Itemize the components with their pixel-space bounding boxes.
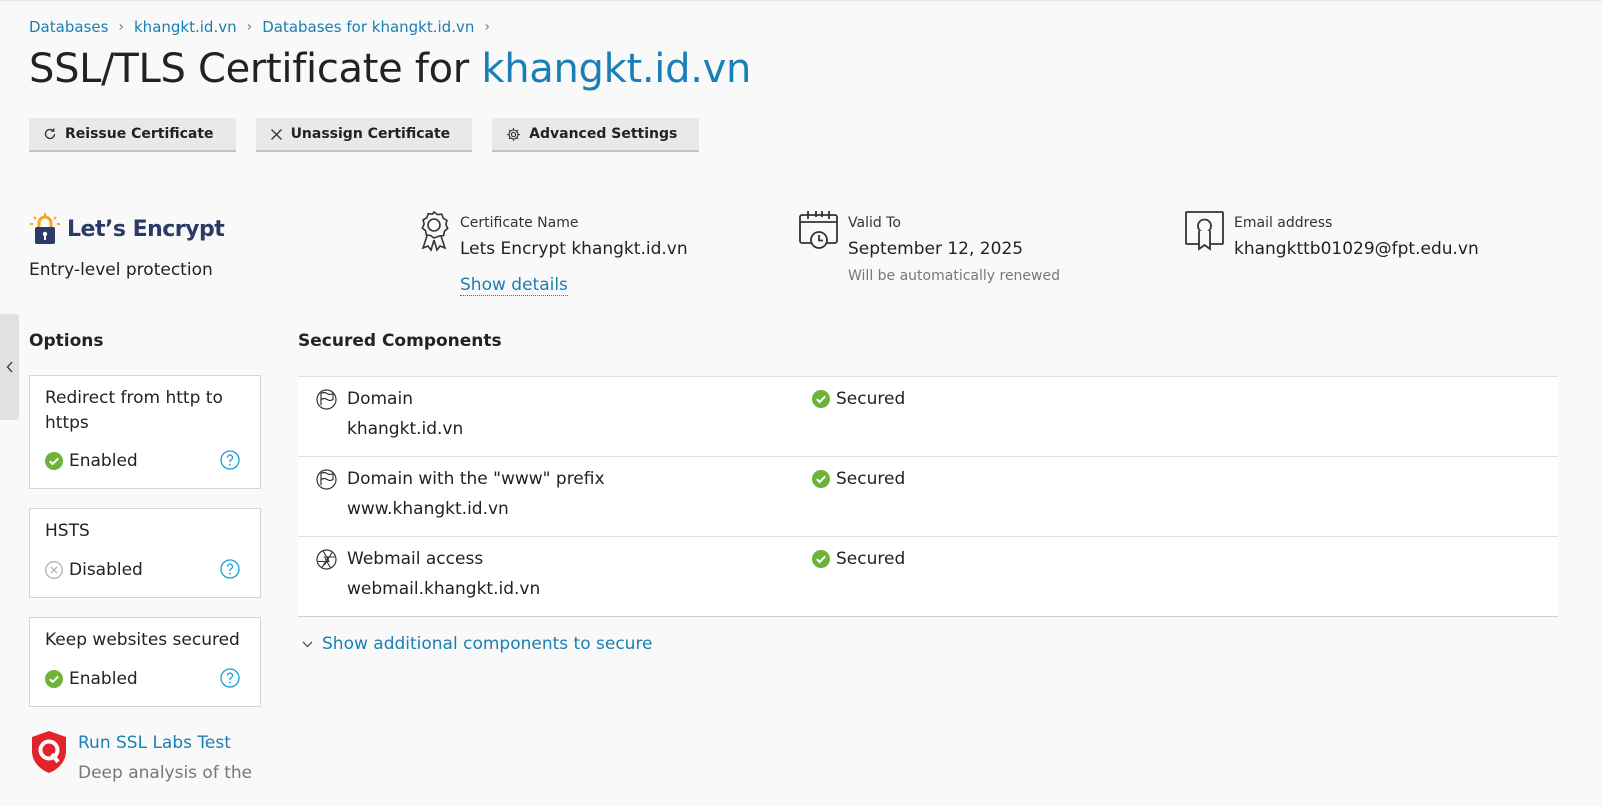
ssl-labs-test: Run SSL Labs Test Deep analysis of the (29, 730, 252, 783)
advanced-settings-button[interactable]: Advanced Settings (492, 118, 700, 152)
chevron-right-icon: › (484, 19, 490, 35)
option-status-label: Enabled (69, 451, 138, 471)
email-label: Email address (1234, 215, 1333, 231)
component-status-label: Secured (836, 389, 906, 409)
certificate-name-block: Certificate Name Lets Encrypt khangkt.id… (416, 210, 688, 296)
component-host: webmail.khangkt.id.vn (347, 579, 541, 599)
component-host: khangkt.id.vn (347, 419, 464, 439)
chevron-right-icon: › (246, 19, 253, 35)
valid-to-value: September 12, 2025 (848, 239, 1024, 259)
disabled-circle-icon (45, 561, 63, 579)
breadcrumb-databases[interactable]: Databases (29, 18, 108, 36)
lets-encrypt-lock-icon (30, 213, 60, 244)
valid-to-block: Valid To September 12, 2025 Will be auto… (798, 210, 1060, 284)
table-row: Domain with the "www" prefix www.khangkt… (298, 457, 1558, 537)
certificate-provider: Let’s Encrypt Entry-level protection (29, 212, 225, 280)
check-circle-icon (45, 452, 63, 470)
certificate-name-label: Certificate Name (460, 215, 579, 231)
close-icon (270, 128, 282, 140)
email-value: khangkttb01029@fpt.edu.vn (1234, 239, 1479, 259)
check-circle-icon (812, 390, 830, 408)
breadcrumb-domain[interactable]: khangkt.id.vn (134, 18, 237, 36)
option-status: Enabled (45, 669, 138, 689)
ssl-labs-description: Deep analysis of the (78, 763, 253, 783)
brand-name: Let’s Encrypt (67, 216, 225, 242)
sidebar-collapse-toggle[interactable] (0, 314, 19, 420)
option-title: Redirect from http to https (45, 388, 223, 433)
run-ssl-labs-test-link[interactable]: Run SSL Labs Test (78, 733, 252, 753)
award-ribbon-icon (421, 210, 449, 252)
secured-components-table: Domain khangkt.id.vn Secured Domain with… (298, 376, 1558, 617)
page-title-domain[interactable]: khangkt.id.vn (481, 46, 751, 92)
option-status-label: Disabled (69, 560, 143, 580)
help-icon[interactable] (220, 450, 240, 470)
certificate-document-icon (1185, 211, 1224, 251)
options-heading: Options (29, 331, 104, 351)
chevron-left-icon (6, 361, 13, 373)
component-status-label: Secured (836, 549, 906, 569)
component-host: www.khangkt.id.vn (347, 499, 509, 519)
chevron-down-icon (302, 641, 313, 647)
check-circle-icon (812, 550, 830, 568)
flag-icon (316, 469, 337, 490)
option-hsts: HSTS Disabled (29, 508, 261, 598)
option-keep-websites-secured: Keep websites secured Enabled (29, 617, 261, 707)
secured-components-heading: Secured Components (298, 331, 502, 351)
show-additional-components-link[interactable]: Show additional components to secure (302, 634, 653, 654)
component-name: Domain with the "www" prefix (347, 469, 605, 489)
option-status: Disabled (45, 560, 143, 580)
aperture-icon (316, 549, 337, 570)
page-title-prefix: SSL/TLS Certificate for (29, 46, 482, 92)
reissue-certificate-label: Reissue Certificate (65, 126, 214, 142)
flag-icon (316, 389, 337, 410)
page-title: SSL/TLS Certificate for khangkt.id.vn (29, 46, 751, 92)
option-status-label: Enabled (69, 669, 138, 689)
breadcrumb-databases-for-domain[interactable]: Databases for khangkt.id.vn (262, 18, 474, 36)
email-block: Email address khangkttb01029@fpt.edu.vn (1184, 210, 1479, 259)
option-status: Enabled (45, 451, 138, 471)
calendar-clock-icon (799, 211, 838, 249)
show-details-link[interactable]: Show details (460, 275, 568, 296)
help-icon[interactable] (220, 668, 240, 688)
brand-subtitle: Entry-level protection (29, 260, 213, 280)
ssl-labs-shield-icon (32, 731, 66, 773)
show-additional-components-label: Show additional components to secure (322, 634, 653, 654)
refresh-icon (44, 128, 56, 140)
component-status-label: Secured (836, 469, 906, 489)
option-title: Keep websites secured (45, 630, 240, 650)
breadcrumb: Databases › khangkt.id.vn › Databases fo… (29, 18, 500, 36)
component-name: Domain (347, 389, 413, 409)
toolbar: Reissue Certificate Unassign Certificate… (29, 118, 719, 152)
option-title: HSTS (45, 521, 90, 541)
unassign-certificate-button[interactable]: Unassign Certificate (255, 118, 473, 152)
option-redirect-https: Redirect from http to https Enabled (29, 375, 261, 489)
check-circle-icon (45, 670, 63, 688)
certificate-name-value: Lets Encrypt khangkt.id.vn (460, 239, 688, 259)
renewal-note: Will be automatically renewed (848, 268, 1060, 284)
component-status: Secured (812, 389, 905, 409)
component-status: Secured (812, 549, 905, 569)
table-row: Domain khangkt.id.vn Secured (298, 377, 1558, 457)
reissue-certificate-button[interactable]: Reissue Certificate (29, 118, 236, 152)
top-divider (0, 0, 1602, 1)
table-row: Webmail access webmail.khangkt.id.vn Sec… (298, 537, 1558, 616)
valid-to-label: Valid To (848, 215, 901, 231)
advanced-settings-label: Advanced Settings (529, 126, 678, 142)
lets-encrypt-logo: Let’s Encrypt (29, 212, 225, 246)
gear-icon (507, 127, 521, 141)
component-name: Webmail access (347, 549, 484, 569)
help-icon[interactable] (220, 559, 240, 579)
chevron-right-icon: › (118, 19, 124, 35)
unassign-certificate-label: Unassign Certificate (290, 126, 451, 142)
check-circle-icon (812, 470, 830, 488)
component-status: Secured (812, 469, 905, 489)
